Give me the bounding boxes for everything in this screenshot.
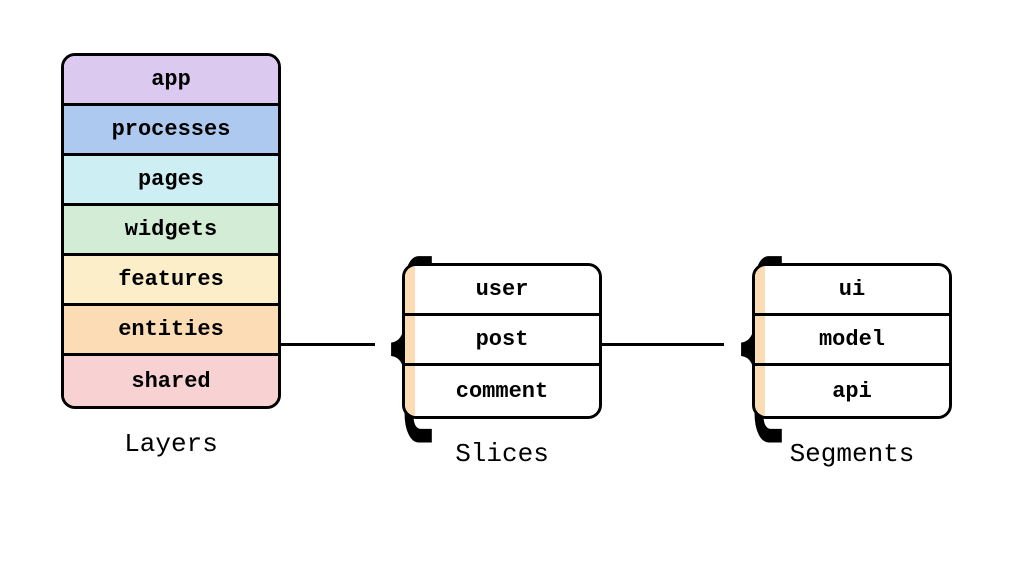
slice-user: user [405,266,599,316]
layer-processes: processes [64,106,278,156]
accent-bar [405,366,415,416]
layer-app: app [64,56,278,106]
slices-stack: user post comment [402,263,602,419]
layer-label: pages [138,167,204,192]
layer-label: processes [112,117,231,142]
connector-slices-to-segments [602,343,724,346]
segment-label: api [832,379,872,404]
layer-label: shared [131,369,210,394]
segment-label: model [819,327,885,352]
segments-group: ui model api Segments [752,263,952,469]
layers-stack: app processes pages widgets features ent… [61,53,281,409]
layer-widgets: widgets [64,206,278,256]
segment-model: model [755,316,949,366]
slices-group: user post comment Slices [402,263,602,469]
accent-bar [405,316,415,363]
layers-group: app processes pages widgets features ent… [61,53,281,459]
slice-label: comment [456,379,548,404]
layer-shared: shared [64,356,278,406]
segment-ui: ui [755,266,949,316]
connector-layers-to-slices [281,343,375,346]
segment-api: api [755,366,949,416]
accent-bar [405,266,415,313]
segments-stack: ui model api [752,263,952,419]
layer-label: features [118,267,224,292]
layer-features: features [64,256,278,306]
layer-pages: pages [64,156,278,206]
accent-bar [755,266,765,313]
slice-label: user [476,277,529,302]
accent-bar [755,316,765,363]
accent-bar [755,366,765,416]
layer-label: widgets [125,217,217,242]
slices-label: Slices [455,439,549,469]
slice-comment: comment [405,366,599,416]
layer-label: app [151,67,191,92]
layers-label: Layers [124,429,218,459]
slice-post: post [405,316,599,366]
layer-label: entities [118,317,224,342]
segments-label: Segments [790,439,915,469]
layer-entities: entities [64,306,278,356]
slice-label: post [476,327,529,352]
segment-label: ui [839,277,865,302]
architecture-diagram: app processes pages widgets features ent… [0,0,1030,573]
